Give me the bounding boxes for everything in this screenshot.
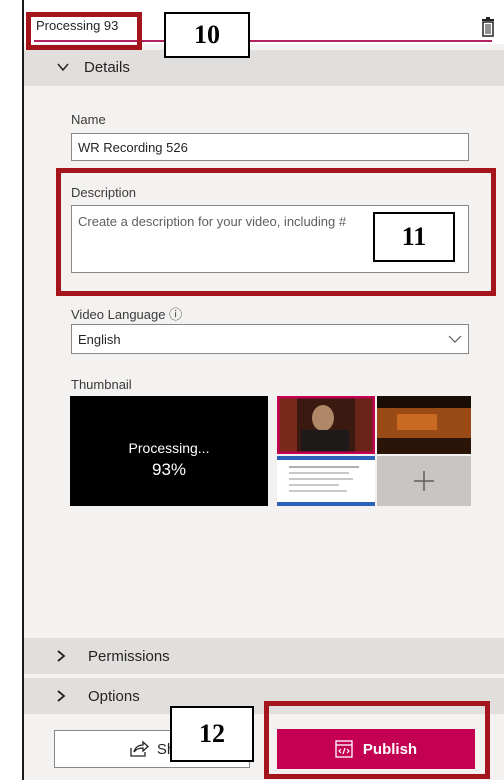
details-label: Details <box>84 59 130 76</box>
annotation-box-10 <box>26 12 142 50</box>
annotation-box-12 <box>264 701 490 779</box>
add-thumbnail-button[interactable] <box>377 456 471 506</box>
thumbnail-option-document[interactable] <box>277 456 375 506</box>
share-icon <box>130 740 149 757</box>
thumbnail-option-orange[interactable] <box>377 396 471 454</box>
trash-icon[interactable] <box>480 17 496 37</box>
name-label: Name <box>71 112 106 127</box>
chevron-down-icon <box>57 63 69 72</box>
annotation-label-12: 12 <box>170 706 254 762</box>
chevron-right-icon <box>57 650 66 662</box>
chevron-right-icon <box>57 690 66 702</box>
processing-percent: 93% <box>151 460 187 479</box>
annotation-label-10: 10 <box>164 12 250 58</box>
name-field[interactable]: WR Recording 526 <box>71 133 469 161</box>
thumbnail-option-person[interactable] <box>277 396 375 454</box>
video-language-label: Video Language ⓘ <box>71 307 183 322</box>
permissions-section-header[interactable]: Permissions <box>24 638 504 674</box>
permissions-label: Permissions <box>88 648 170 665</box>
details-section-header[interactable]: Details <box>24 50 504 86</box>
processing-text: Processing... <box>128 440 210 456</box>
chevron-down-icon <box>448 335 462 343</box>
thumbnail-label: Thumbnail <box>71 377 132 392</box>
annotation-label-11: 11 <box>373 212 455 262</box>
video-language-select[interactable]: English <box>71 324 469 354</box>
video-language-value: English <box>78 331 121 347</box>
plus-icon <box>414 471 434 491</box>
options-label: Options <box>88 688 140 705</box>
processing-thumbnail: Processing... 93% <box>70 396 268 506</box>
